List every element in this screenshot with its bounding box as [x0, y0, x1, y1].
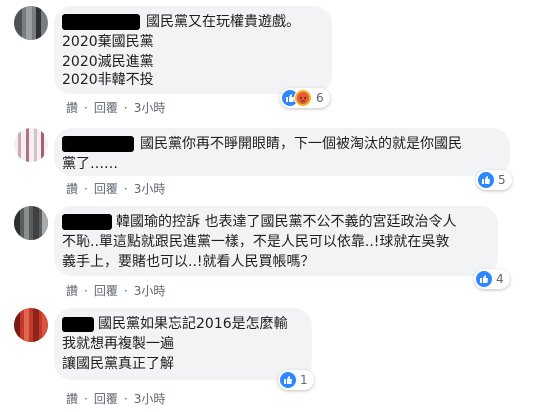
- like-link[interactable]: 讚: [66, 390, 78, 407]
- avatar[interactable]: [14, 308, 48, 342]
- redacted-author-name: [62, 317, 94, 332]
- like-icon: [280, 372, 296, 388]
- reply-link[interactable]: 回覆: [94, 180, 118, 197]
- timestamp[interactable]: 3小時: [134, 180, 166, 197]
- comment-text-line: 不恥..單這點就跟民進黨一樣，不是人民可以依靠..!球就在吳敦: [62, 234, 450, 250]
- comment-text-line: 讓國民黨真正了解: [62, 356, 174, 372]
- comment-text-line: 2020滅民進黨: [62, 54, 154, 70]
- separator-dot: ·: [84, 101, 88, 115]
- redacted-author-name: [62, 214, 112, 230]
- comment-text-line: 韓國瑜的控訴 也表達了國民黨不公不義的宮廷政治令人: [116, 214, 457, 230]
- comment-text-line: 2020棄國民黨: [62, 34, 154, 50]
- reaction-count: 1: [300, 373, 308, 387]
- like-icon: [478, 172, 494, 188]
- reaction-summary[interactable]: 1: [278, 370, 314, 390]
- comment-text-line: 國民黨如果忘記2016是怎麼輸: [98, 316, 288, 332]
- reply-link[interactable]: 回覆: [94, 390, 118, 407]
- like-icon: [476, 271, 492, 287]
- reaction-count: 4: [496, 272, 504, 286]
- comment-actions: 讚 · 回覆 · 3小時: [66, 99, 165, 116]
- like-link[interactable]: 讚: [66, 99, 78, 116]
- avatar[interactable]: [14, 128, 48, 162]
- timestamp[interactable]: 3小時: [134, 99, 166, 116]
- avatar[interactable]: [14, 6, 48, 40]
- reaction-count: 6: [316, 91, 324, 105]
- reply-link[interactable]: 回覆: [94, 282, 118, 299]
- reaction-count: 5: [498, 173, 506, 187]
- comment-actions: 讚 · 回覆 · 3小時: [66, 390, 165, 407]
- comment-text-line: 國民黨你再不睜開眼睛，下一個被淘汰的就是你國民: [140, 136, 462, 152]
- comment-text-line: 黨了……: [62, 156, 118, 172]
- comment-text-line: 2020非韓不投: [62, 72, 154, 88]
- timestamp[interactable]: 3小時: [134, 390, 166, 407]
- comment-text-line: 義手上，要賭也可以..!就看人民買帳嗎？: [62, 254, 315, 270]
- angry-icon: [294, 89, 312, 107]
- redacted-author-name: [62, 14, 140, 30]
- separator-dot: ·: [123, 182, 128, 196]
- separator-dot: ·: [123, 392, 128, 406]
- separator-dot: ·: [123, 284, 128, 298]
- comment-text-line: 我就想再複製一遍: [62, 336, 174, 352]
- reaction-summary[interactable]: 5: [476, 170, 512, 190]
- redacted-author-name: [62, 136, 134, 152]
- comment-actions: 讚 · 回覆 · 3小時: [66, 282, 165, 299]
- reply-link[interactable]: 回覆: [94, 99, 118, 116]
- separator-dot: ·: [84, 392, 88, 406]
- separator-dot: ·: [84, 182, 88, 196]
- like-link[interactable]: 讚: [66, 180, 78, 197]
- reaction-summary[interactable]: 6: [280, 88, 330, 108]
- separator-dot: ·: [84, 284, 88, 298]
- timestamp[interactable]: 3小時: [134, 282, 166, 299]
- reaction-summary[interactable]: 4: [474, 269, 510, 289]
- comment-text-line: 國民黨又在玩權貴遊戲。: [146, 14, 300, 30]
- avatar[interactable]: [14, 206, 48, 240]
- like-link[interactable]: 讚: [66, 282, 78, 299]
- separator-dot: ·: [123, 101, 128, 115]
- comment-actions: 讚 · 回覆 · 3小時: [66, 180, 165, 197]
